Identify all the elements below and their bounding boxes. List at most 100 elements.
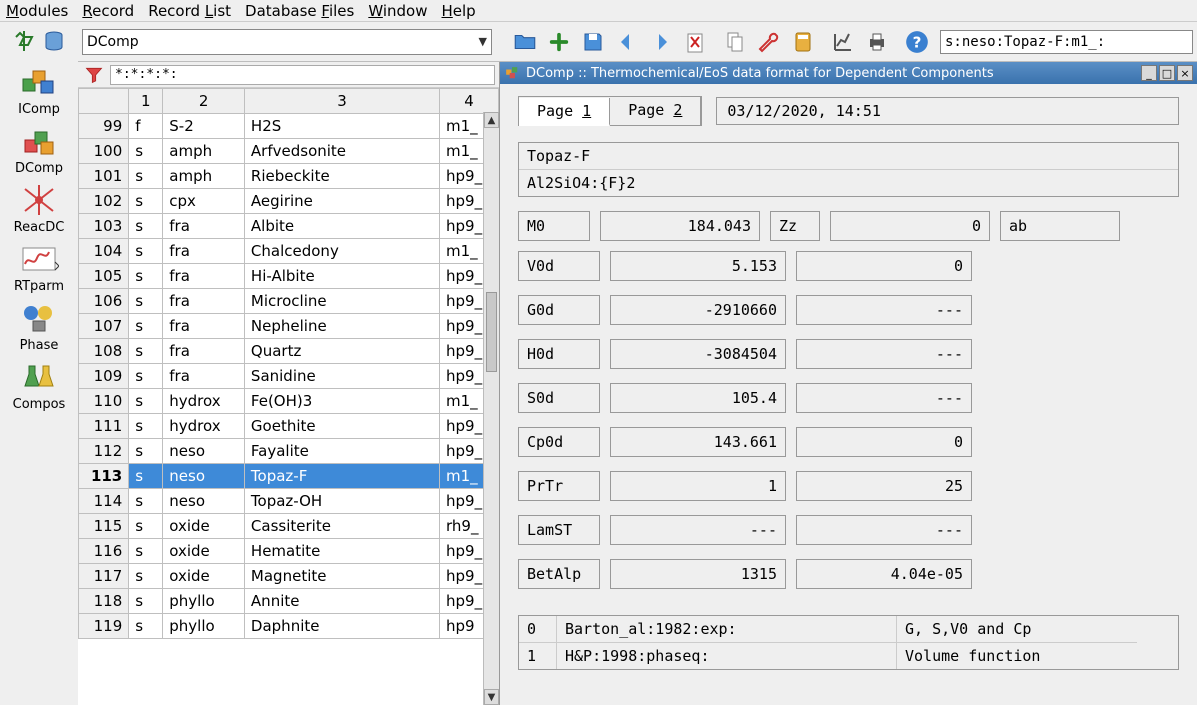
reference-row[interactable]: 1H&P:1998:phaseq:Volume function — [519, 643, 1178, 669]
table-row[interactable]: 116soxideHematitehp9_ — [79, 539, 499, 564]
table-row[interactable]: 111shydroxGoethitehp9_ — [79, 414, 499, 439]
scroll-down-icon[interactable]: ▼ — [484, 689, 499, 705]
row-number[interactable]: 115 — [79, 514, 129, 539]
column-header-1[interactable]: 1 — [129, 89, 163, 114]
vertical-scrollbar[interactable]: ▲ ▼ — [483, 112, 499, 705]
table-row[interactable]: 107sfraNephelinehp9_ — [79, 314, 499, 339]
date-field[interactable]: 03/12/2020, 14:51 — [716, 97, 1179, 125]
menu-help[interactable]: Help — [442, 2, 476, 20]
prop-value-1[interactable]: 143.661 — [610, 427, 786, 457]
wrench-icon[interactable] — [753, 26, 785, 58]
prop-value-1[interactable]: -3084504 — [610, 339, 786, 369]
row-number[interactable]: 112 — [79, 439, 129, 464]
prop-value-2[interactable]: 4.04e-05 — [796, 559, 972, 589]
table-row[interactable]: 110shydroxFe(OH)3m1_ — [79, 389, 499, 414]
delete-icon[interactable] — [679, 26, 711, 58]
column-header-3[interactable]: 3 — [244, 89, 439, 114]
menu-record-list[interactable]: Record List — [148, 2, 231, 20]
table-row[interactable]: 114snesoTopaz-OHhp9_ — [79, 489, 499, 514]
column-header-2[interactable]: 2 — [163, 89, 245, 114]
table-row[interactable]: 117soxideMagnetitehp9_ — [79, 564, 499, 589]
sidebar-module-dcomp[interactable]: DComp — [13, 123, 66, 176]
unit-field[interactable]: ab — [1000, 211, 1120, 241]
row-number[interactable]: 118 — [79, 589, 129, 614]
prop-value-1[interactable]: 1 — [610, 471, 786, 501]
table-row[interactable]: 103sfraAlbitehp9_ — [79, 214, 499, 239]
table-row[interactable]: 119sphylloDaphnitehp9 — [79, 614, 499, 639]
row-number[interactable]: 105 — [79, 264, 129, 289]
menu-database-files[interactable]: Database Files — [245, 2, 354, 20]
scroll-thumb[interactable] — [486, 292, 497, 372]
reference-row[interactable]: 0Barton_al:1982:exp:G, S,V0 and Cp — [519, 616, 1178, 643]
open-folder-icon[interactable] — [509, 26, 541, 58]
prop-value-1[interactable]: --- — [610, 515, 786, 545]
prop-value-1[interactable]: -2910660 — [610, 295, 786, 325]
add-icon[interactable] — [543, 26, 575, 58]
table-row[interactable]: 118sphylloAnnitehp9_ — [79, 589, 499, 614]
prop-value-2[interactable]: 25 — [796, 471, 972, 501]
species-name[interactable]: Topaz-F — [519, 143, 1178, 170]
sidebar-module-rtparm[interactable]: RTparm — [13, 241, 66, 294]
prop-value-2[interactable]: --- — [796, 383, 972, 413]
tab-page-2[interactable]: Page 2 — [610, 97, 701, 125]
table-row[interactable]: 106sfraMicroclinehp9_ — [79, 289, 499, 314]
row-number[interactable]: 117 — [79, 564, 129, 589]
row-number[interactable]: 110 — [79, 389, 129, 414]
prop-value-1[interactable]: 105.4 — [610, 383, 786, 413]
balance-icon[interactable] — [11, 28, 37, 54]
species-formula[interactable]: Al2SiO4:{F}2 — [519, 170, 1178, 196]
row-number[interactable]: 116 — [79, 539, 129, 564]
copy-icon[interactable] — [719, 26, 751, 58]
minimize-button[interactable]: _ — [1141, 65, 1157, 81]
row-number[interactable]: 108 — [79, 339, 129, 364]
help-icon[interactable]: ? — [901, 26, 933, 58]
prop-value-2[interactable]: 0 — [796, 427, 972, 457]
table-row[interactable]: 101samphRiebeckitehp9_ — [79, 164, 499, 189]
row-number[interactable]: 100 — [79, 139, 129, 164]
back-icon[interactable] — [611, 26, 643, 58]
row-number[interactable]: 106 — [79, 289, 129, 314]
table-row[interactable]: 115soxideCassiteriterh9_ — [79, 514, 499, 539]
prop-value-2[interactable]: --- — [796, 339, 972, 369]
maximize-button[interactable]: □ — [1159, 65, 1175, 81]
sidebar-module-phase[interactable]: Phase — [13, 300, 66, 353]
filter-icon[interactable] — [82, 64, 106, 86]
table-row[interactable]: 102scpxAegirinehp9_ — [79, 189, 499, 214]
print-icon[interactable] — [861, 26, 893, 58]
table-row[interactable]: 109sfraSanidinehp9_ — [79, 364, 499, 389]
filter-input[interactable]: *:*:*:*: — [110, 65, 495, 85]
chart-icon[interactable] — [827, 26, 859, 58]
table-row[interactable]: 105sfraHi-Albitehp9_ — [79, 264, 499, 289]
menu-window[interactable]: Window — [368, 2, 427, 20]
table-row[interactable]: 112snesoFayalitehp9_ — [79, 439, 499, 464]
forward-icon[interactable] — [645, 26, 677, 58]
row-number[interactable]: 119 — [79, 614, 129, 639]
table-row[interactable]: 108sfraQuartzhp9_ — [79, 339, 499, 364]
prop-value-2[interactable]: 0 — [796, 251, 972, 281]
sidebar-module-compos[interactable]: Compos — [13, 359, 66, 412]
row-number[interactable]: 113 — [79, 464, 129, 489]
prop-value-1[interactable]: 1315 — [610, 559, 786, 589]
module-combo[interactable]: DComp ▼ — [82, 29, 492, 55]
scroll-up-icon[interactable]: ▲ — [484, 112, 499, 128]
table-row[interactable]: 104sfraChalcedonym1_ — [79, 239, 499, 264]
row-number[interactable]: 111 — [79, 414, 129, 439]
close-button[interactable]: × — [1177, 65, 1193, 81]
row-number[interactable]: 104 — [79, 239, 129, 264]
sidebar-module-icomp[interactable]: IComp — [13, 64, 66, 117]
zz-value[interactable]: 0 — [830, 211, 990, 241]
menu-record[interactable]: Record — [82, 2, 134, 20]
row-number[interactable]: 107 — [79, 314, 129, 339]
prop-value-2[interactable]: --- — [796, 295, 972, 325]
table-row[interactable]: 113snesoTopaz-Fm1_ — [79, 464, 499, 489]
row-number[interactable]: 114 — [79, 489, 129, 514]
sidebar-module-reacdc[interactable]: ReacDC — [13, 182, 66, 235]
row-number[interactable]: 103 — [79, 214, 129, 239]
save-icon[interactable] — [577, 26, 609, 58]
row-number[interactable]: 102 — [79, 189, 129, 214]
table-row[interactable]: 100samphArfvedsonitem1_ — [79, 139, 499, 164]
menu-modules[interactable]: Modules — [6, 2, 68, 20]
calculator-icon[interactable] — [787, 26, 819, 58]
row-number[interactable]: 109 — [79, 364, 129, 389]
table-row[interactable]: 99fS-2H2Sm1_ — [79, 114, 499, 139]
